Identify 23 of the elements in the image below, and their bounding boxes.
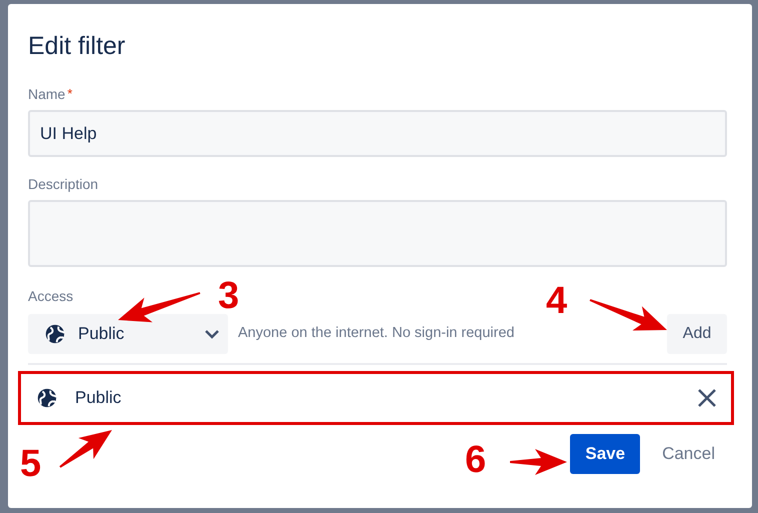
close-icon[interactable]: [697, 388, 717, 408]
field-label: Description: [28, 175, 98, 193]
description-field[interactable]: [28, 200, 727, 267]
save-button[interactable]: Save: [570, 434, 640, 474]
arrow: [59, 430, 112, 468]
annotation-number: 6: [465, 441, 486, 479]
field-label: Name: [28, 85, 66, 103]
access-hint: Anyone on the internet. No sign-in required: [238, 324, 516, 344]
share-label: Public: [75, 387, 122, 410]
required-asterisk: *: [67, 85, 72, 103]
dialog-title: Edit filter: [28, 31, 126, 62]
globe-icon: [44, 323, 66, 345]
name-field[interactable]: UI Help: [28, 110, 727, 157]
access-dropdown[interactable]: Public: [28, 314, 228, 354]
annotation-number: 5: [20, 445, 42, 483]
arrow: [510, 449, 567, 475]
cancel-button[interactable]: Cancel: [650, 434, 727, 474]
chevron-down-icon: [204, 329, 220, 339]
annotation-number: 4: [546, 282, 568, 320]
add-button[interactable]: Add: [667, 314, 727, 354]
globe-icon: [36, 387, 58, 409]
annotation-number: 3: [218, 277, 240, 315]
field-label: Access: [28, 287, 74, 305]
